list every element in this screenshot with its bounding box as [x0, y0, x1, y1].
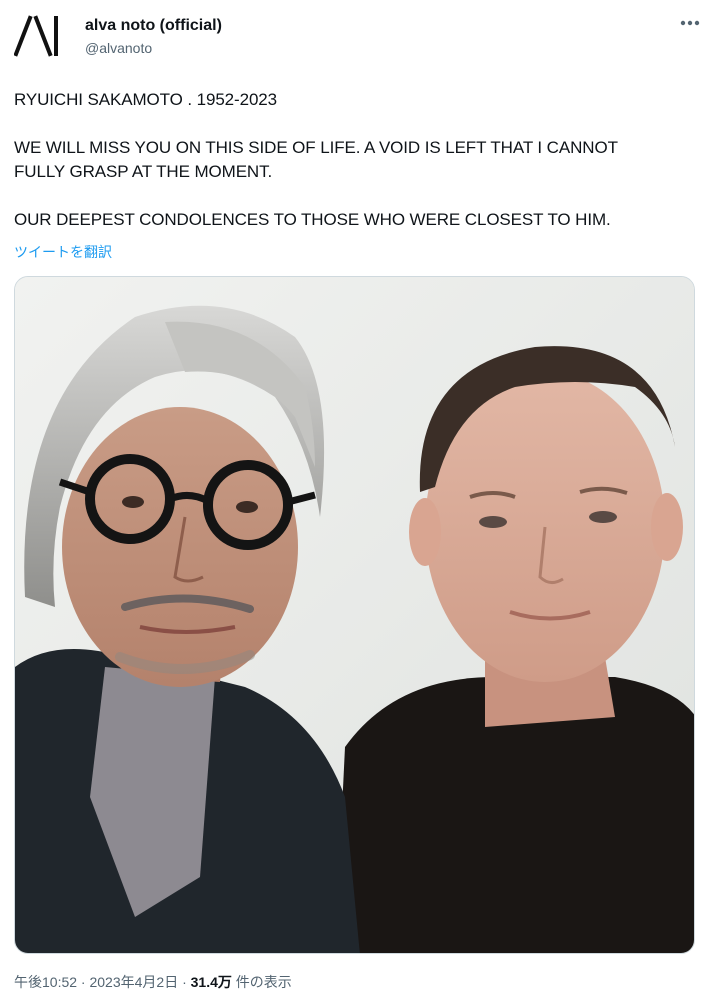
alva-noto-logo-icon[interactable] [13, 12, 60, 58]
tweet-line: WE WILL MISS YOU ON THIS SIDE OF LIFE. A… [14, 138, 618, 157]
tweet-paragraph: WE WILL MISS YOU ON THIS SIDE OF LIFE. A… [14, 136, 704, 184]
tweet-text: RYUICHI SAKAMOTO . 1952-2023 WE WILL MIS… [14, 88, 704, 232]
tweet-photo[interactable] [14, 276, 695, 954]
tweet-meta: 午後10:52 · 2023年4月2日 · 31.4万 件の表示 [14, 972, 292, 992]
author-handle[interactable]: @alvanoto [85, 40, 152, 56]
tweet-timestamp[interactable]: 午後10:52 · 2023年4月2日 · [14, 974, 191, 990]
tweet-line: OUR DEEPEST CONDOLENCES TO THOSE WHO WER… [14, 210, 611, 229]
author-name[interactable]: alva noto (official) [85, 17, 222, 35]
tweet-line: FULLY GRASP AT THE MOMENT. [14, 162, 273, 181]
tweet-line: RYUICHI SAKAMOTO . 1952-2023 [14, 90, 278, 109]
more-options-icon[interactable] [676, 14, 704, 38]
tweet-header: alva noto (official) @alvanoto [13, 12, 704, 60]
view-label: 件の表示 [231, 974, 292, 990]
view-count: 31.4万 [190, 974, 232, 990]
translate-tweet-link[interactable]: ツイートを翻訳 [14, 242, 112, 262]
